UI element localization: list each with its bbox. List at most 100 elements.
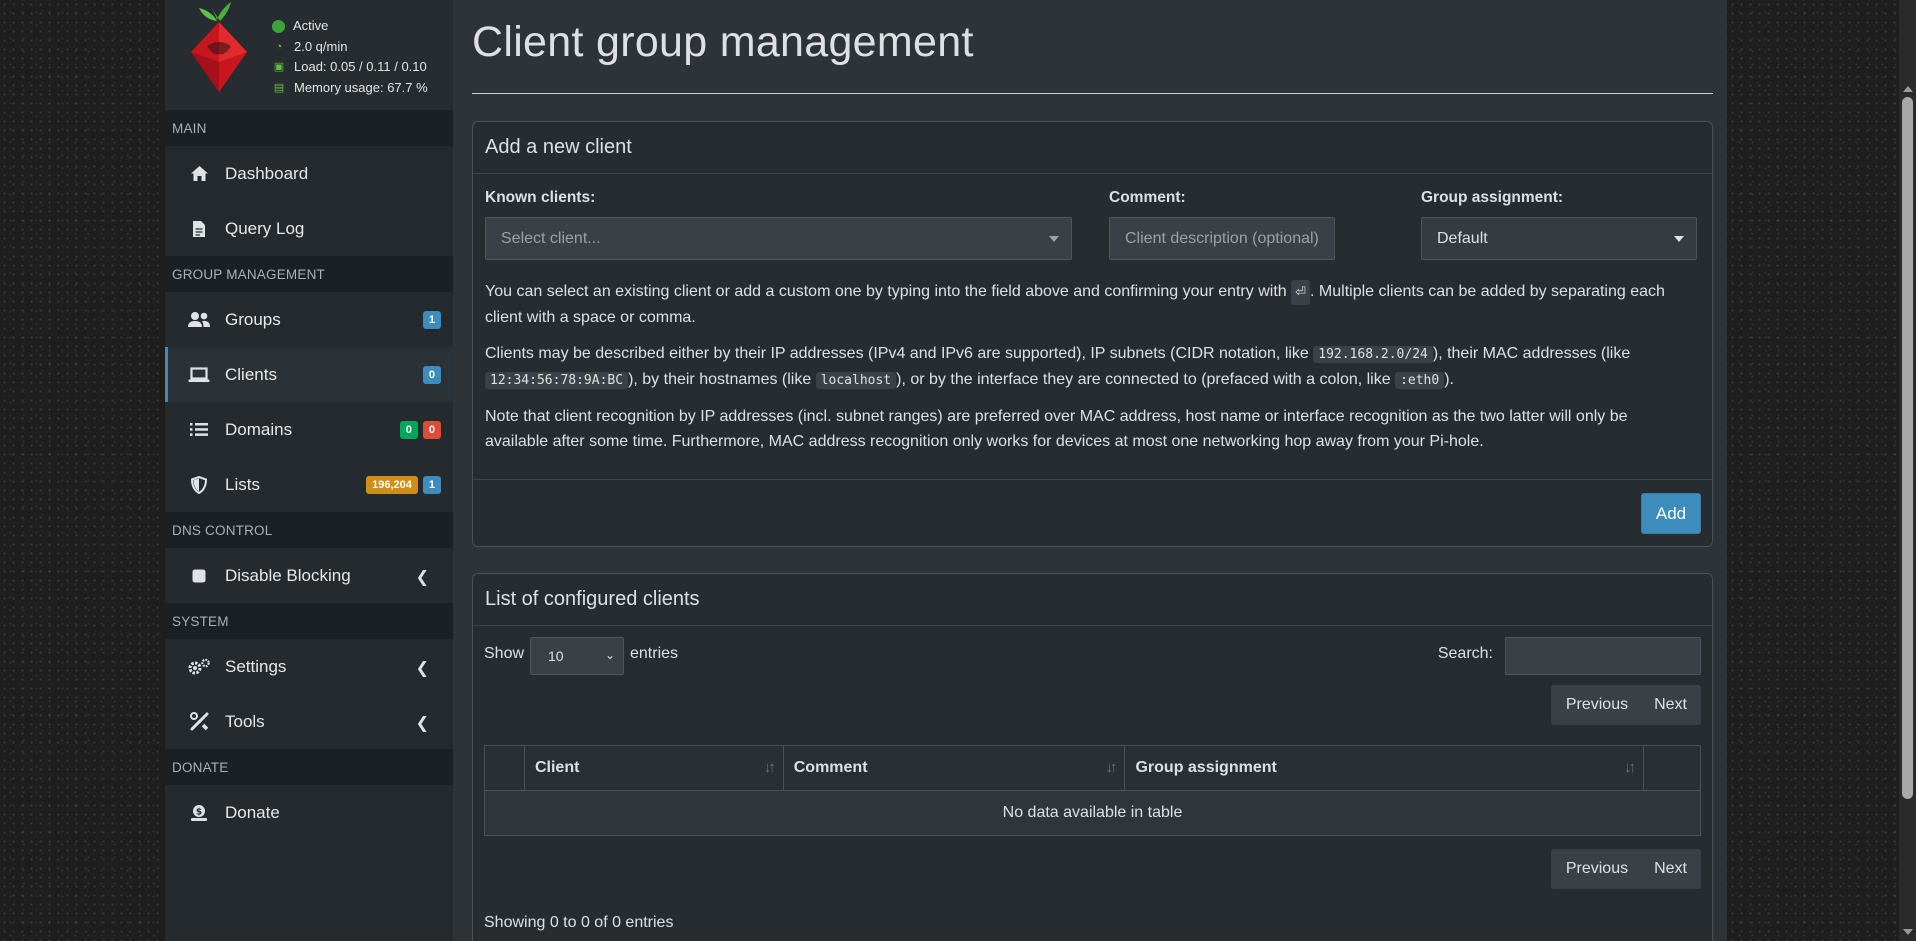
- chevron-left-icon: ❮: [415, 660, 429, 677]
- table-info: Showing 0 to 0 of 0 entries: [484, 914, 674, 931]
- users-icon: [187, 310, 211, 330]
- sidebar-item-donate[interactable]: $ Donate: [165, 785, 453, 840]
- caret-down-icon: [1674, 236, 1684, 242]
- previous-page-button[interactable]: Previous: [1551, 849, 1641, 889]
- sidebar-header-group: GROUP MANAGEMENT: [165, 256, 453, 292]
- sidebar-item-dashboard[interactable]: Dashboard: [165, 146, 453, 201]
- group-assignment-value: Default: [1437, 229, 1488, 247]
- sidebar-header-donate: DONATE: [165, 749, 453, 785]
- sidebar-item-label: Disable Blocking: [225, 565, 351, 585]
- sidebar-item-label: Domains: [225, 419, 293, 439]
- entries-per-page-select[interactable]: 10 ⌄: [530, 637, 624, 675]
- actions-column-header: [1643, 745, 1701, 791]
- status-load: Load: 0.05 / 0.11 / 0.10: [294, 59, 427, 74]
- box-footer-divider: [473, 479, 1712, 480]
- status-memory: Memory usage: 67.7 %: [294, 79, 428, 95]
- sidebar-header-main: MAIN: [165, 110, 453, 146]
- comment-label: Comment:: [1109, 189, 1186, 206]
- help-text-2: Clients may be described either by their…: [485, 345, 1631, 389]
- scroll-thumb[interactable]: [1902, 97, 1913, 799]
- next-page-button[interactable]: Next: [1641, 685, 1701, 725]
- caret-down-icon: [1049, 236, 1059, 242]
- sidebar-header-dns: DNS CONTROL: [165, 512, 453, 548]
- clients-list-title: List of configured clients: [473, 574, 1712, 626]
- add-client-box: Add a new client Known clients: Select c…: [472, 121, 1713, 547]
- sidebar-item-tools[interactable]: Tools ❮: [165, 694, 453, 749]
- show-label: Show: [484, 645, 525, 662]
- enter-key-icon: ⏎: [1291, 280, 1311, 305]
- pagination-bottom: Previous Next: [1550, 849, 1701, 889]
- domains-deny-badge: 0: [422, 420, 441, 439]
- sidebar-item-settings[interactable]: Settings ❮: [165, 639, 453, 694]
- entries-per-page-value: 10: [548, 648, 564, 664]
- app-frame: Active ◔ 2.0 q/min ▣ Load: 0.05 / 0.11 / 0…: [165, 0, 1727, 941]
- empty-table-message: No data available in table: [484, 790, 1701, 836]
- laptop-icon: [187, 365, 211, 385]
- sidebar-item-label: Groups: [225, 309, 281, 329]
- clients-list-box: List of configured clients Show 10 ⌄ ent…: [472, 573, 1713, 941]
- lists-domains-badge: 196,204: [366, 475, 418, 494]
- tools-icon: [187, 712, 211, 732]
- page-title: Client group management: [472, 18, 974, 66]
- sidebar-item-label: Settings: [225, 656, 287, 676]
- domains-allow-badge: 0: [399, 420, 418, 439]
- sidebar-item-label: Lists: [225, 474, 260, 494]
- known-clients-select[interactable]: Select client...: [485, 217, 1072, 260]
- sidebar-item-label: Donate: [225, 802, 280, 822]
- entries-label: entries: [630, 645, 679, 662]
- scroll-down-icon[interactable]: [1903, 929, 1913, 935]
- gears-icon: [187, 657, 211, 677]
- next-page-button[interactable]: Next: [1641, 849, 1701, 889]
- shield-icon: [187, 475, 211, 495]
- sidebar-item-disable-blocking[interactable]: Disable Blocking ❮: [165, 548, 453, 603]
- gauge-icon: ◔: [275, 40, 283, 53]
- select-column-header[interactable]: [484, 745, 525, 791]
- add-client-title: Add a new client: [473, 122, 1712, 174]
- svg-text:$: $: [196, 807, 202, 817]
- sort-icon: ↓↑: [1624, 759, 1636, 776]
- sidebar-item-label: Dashboard: [225, 163, 309, 183]
- chevron-down-icon: ⌄: [604, 648, 615, 662]
- clients-table: Client ↓↑ Comment ↓↑ Group assignment ↓↑ No…: [484, 745, 1701, 836]
- add-client-button[interactable]: Add: [1641, 493, 1701, 534]
- sidebar-item-clients[interactable]: Clients 0: [165, 347, 453, 402]
- status-qpm: 2.0 q/min: [294, 38, 348, 54]
- sort-icon: ↓↑: [763, 759, 776, 776]
- comment-column-header[interactable]: Comment ↓↑: [782, 745, 1126, 791]
- sidebar-item-label: Query Log: [225, 218, 305, 238]
- comment-placeholder: Client description (optional): [1125, 229, 1319, 247]
- status-panel: Active ◔ 2.0 q/min ▣ Load: 0.05 / 0.11 / 0…: [165, 0, 453, 110]
- sort-icon: ↓↑: [1105, 759, 1117, 776]
- lists-count-badge: 1: [422, 475, 441, 494]
- known-clients-placeholder: Select client...: [501, 229, 601, 247]
- page-scrollbar[interactable]: [1899, 0, 1916, 941]
- previous-page-button[interactable]: Previous: [1551, 685, 1641, 725]
- group-assignment-select[interactable]: Default: [1421, 217, 1697, 260]
- home-icon: [187, 164, 211, 184]
- groups-count-badge: 1: [422, 310, 441, 329]
- client-column-header[interactable]: Client ↓↑: [523, 745, 784, 791]
- comment-input[interactable]: Client description (optional): [1109, 217, 1335, 260]
- search-input[interactable]: [1505, 637, 1701, 675]
- sidebar-header-system: SYSTEM: [165, 603, 453, 639]
- group-column-header[interactable]: Group assignment ↓↑: [1124, 745, 1645, 791]
- title-divider: [472, 93, 1713, 94]
- donate-icon: $: [187, 803, 211, 823]
- pihole-logo-icon: [191, 2, 247, 92]
- chevron-left-icon: ❮: [415, 715, 429, 732]
- clients-count-badge: 0: [422, 365, 441, 384]
- help-text-3: Note that client recognition by IP addre…: [485, 408, 1628, 450]
- sidebar-item-groups[interactable]: Groups 1: [165, 292, 453, 347]
- sidebar-item-label: Tools: [225, 711, 265, 731]
- known-clients-label: Known clients:: [485, 189, 596, 206]
- list-icon: [187, 420, 211, 440]
- file-icon: [187, 219, 211, 239]
- search-label: Search:: [1437, 645, 1493, 662]
- cpu-icon: ▣: [273, 61, 285, 74]
- sidebar-item-domains[interactable]: Domains 0 0: [165, 402, 453, 457]
- sidebar-item-query-log[interactable]: Query Log: [165, 201, 453, 256]
- scroll-up-icon[interactable]: [1903, 86, 1913, 92]
- table-row: No data available in table: [484, 790, 1701, 836]
- pagination-top: Previous Next: [1550, 685, 1701, 725]
- sidebar-item-lists[interactable]: Lists 196,204 1: [165, 457, 453, 512]
